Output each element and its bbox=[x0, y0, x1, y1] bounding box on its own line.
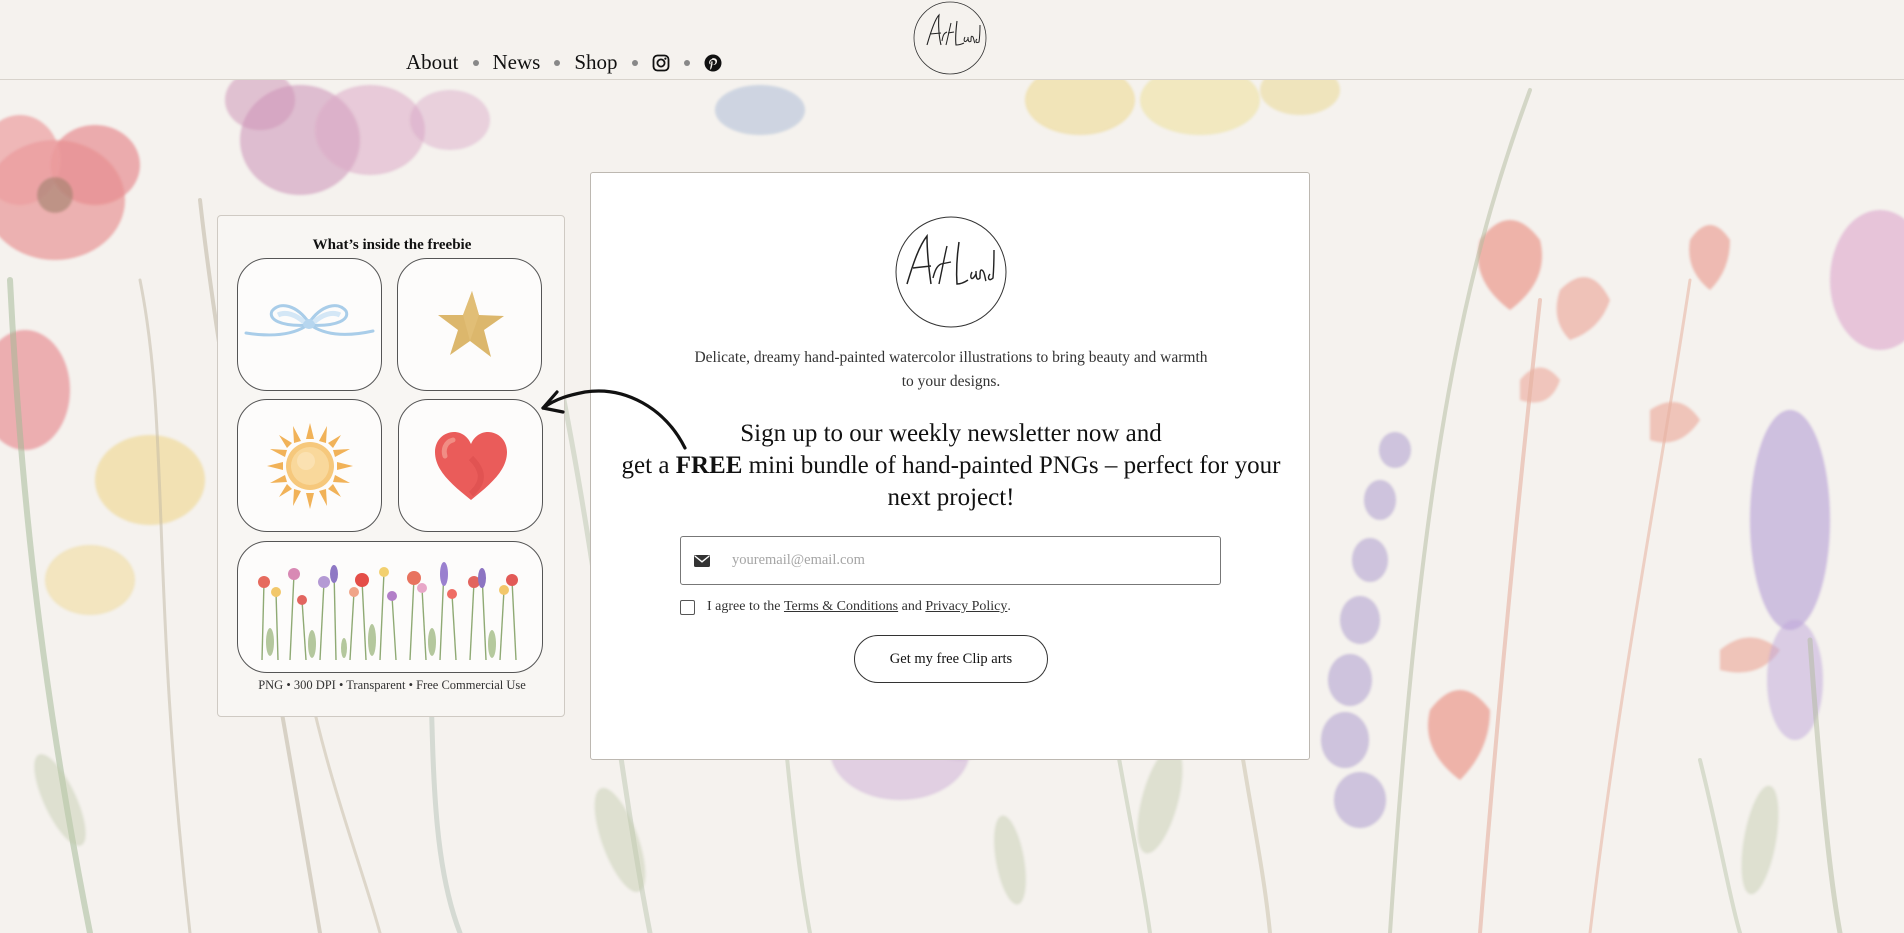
freebie-tile-sun bbox=[237, 399, 382, 532]
terms-agreement: I agree to the Terms & Conditions and Pr… bbox=[680, 599, 1011, 615]
nav-shop-link[interactable]: Shop bbox=[574, 50, 617, 75]
freebie-tile-wildflowers bbox=[237, 541, 543, 673]
headline-line1: Sign up to our weekly newsletter now and bbox=[740, 420, 1162, 447]
envelope-icon bbox=[694, 554, 710, 567]
newsletter-headline: Sign up to our weekly newsletter now and… bbox=[621, 418, 1281, 514]
headline-post: mini bundle of hand-painted PNGs – perfe… bbox=[742, 452, 1281, 511]
newsletter-signup-card: Delicate, dreamy hand-painted watercolor… bbox=[590, 172, 1310, 760]
email-field[interactable] bbox=[680, 536, 1221, 585]
freebie-footer: PNG • 300 DPI • Transparent • Free Comme… bbox=[258, 678, 526, 692]
email-input[interactable] bbox=[730, 551, 1194, 570]
site-header: About News Shop bbox=[0, 0, 1904, 80]
tagline: Delicate, dreamy hand-painted watercolor… bbox=[694, 349, 1208, 390]
agree-end-text: . bbox=[1007, 599, 1011, 614]
terms-link[interactable]: Terms & Conditions bbox=[784, 599, 898, 615]
freebie-tile-bow bbox=[237, 258, 382, 391]
freebie-title: What’s inside the freebie bbox=[312, 237, 472, 253]
pinterest-icon[interactable] bbox=[704, 54, 722, 72]
nav-about-link[interactable]: About bbox=[406, 50, 459, 75]
blue-bow-icon bbox=[244, 303, 375, 336]
nav-separator bbox=[631, 59, 638, 66]
nav-separator bbox=[472, 59, 479, 66]
freebie-preview-card: What’s inside the freebie PNG • 300 DPI … bbox=[217, 215, 565, 717]
freebie-tile-heart bbox=[398, 399, 543, 532]
red-heart-icon bbox=[434, 431, 507, 500]
nav-separator bbox=[554, 59, 561, 66]
nav-news-link[interactable]: News bbox=[493, 50, 541, 75]
wildflowers-image bbox=[258, 562, 518, 661]
freebie-tile-star bbox=[397, 258, 542, 391]
privacy-link[interactable]: Privacy Policy bbox=[925, 599, 1007, 615]
agree-and-text: and bbox=[898, 599, 926, 614]
terms-checkbox[interactable] bbox=[680, 599, 695, 615]
gold-star-icon bbox=[437, 290, 504, 357]
main-nav: About News Shop bbox=[406, 50, 722, 75]
art-land-logo bbox=[895, 216, 1007, 328]
instagram-icon[interactable] bbox=[652, 54, 670, 72]
sun-icon bbox=[266, 422, 353, 509]
agree-text: I agree to the bbox=[707, 599, 784, 614]
hand-drawn-arrow-icon bbox=[541, 389, 687, 450]
get-free-clip-arts-button[interactable]: Get my free Clip arts bbox=[854, 635, 1048, 683]
header-logo[interactable] bbox=[913, 1, 987, 75]
nav-separator bbox=[683, 59, 690, 66]
